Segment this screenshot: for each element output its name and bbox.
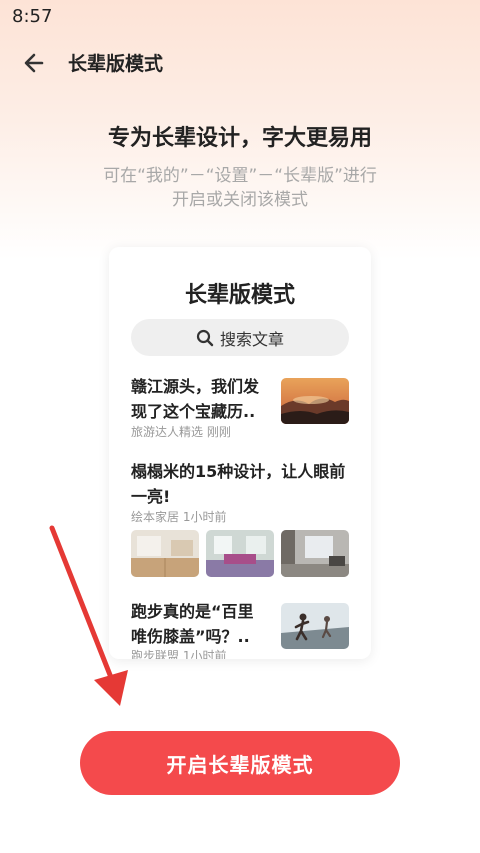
intro-subtitle-line1: 可在“我的”－“设置”－“长辈版”进行: [103, 166, 377, 186]
enable-elder-mode-button[interactable]: 开启长辈版模式: [80, 731, 400, 795]
preview-article-1-thumbnail: [281, 378, 349, 424]
preview-search-placeholder: 搜索文章: [219, 329, 284, 349]
preview-article-3-thumbnail: [281, 603, 349, 649]
living-room-image: [206, 530, 274, 577]
preview-article-2-thumbnail-3: [281, 530, 349, 577]
preview-article-1-meta: 旅游达人精选 刚刚: [131, 425, 231, 439]
preview-title: 长辈版模式: [184, 283, 295, 308]
intro-subtitle: 可在“我的”－“设置”－“长辈版”进行 开启或关闭该模式: [40, 164, 440, 212]
preview-article-3-title-line1: 跑步真的是“百里: [131, 602, 254, 621]
preview-article-3-meta: 跑步联盟 1小时前: [131, 649, 227, 659]
preview-article-3-title: 跑步真的是“百里 唯伤膝盖”吗？..: [131, 599, 281, 649]
back-arrow-icon[interactable]: [20, 48, 50, 78]
preview-article-2-thumbnail-2: [206, 530, 274, 577]
status-time: 8:57: [12, 6, 53, 27]
tatami-room-image: [131, 530, 199, 577]
preview-card: 长辈版模式 搜索文章 赣江源头，我们发 现了这个宝藏历.. 旅游达人精选 刚刚 …: [109, 247, 371, 659]
modern-room-image: [281, 530, 349, 577]
runners-image: [281, 603, 349, 649]
intro-subtitle-line2: 开启或关闭该模式: [172, 190, 308, 210]
page-title: 长辈版模式: [68, 53, 164, 75]
preview-article-2-thumbnail-1: [131, 530, 199, 577]
preview-article-2-meta: 绘本家居 1小时前: [131, 510, 227, 524]
preview-article-1-title-line2: 现了这个宝藏历..: [131, 402, 256, 421]
search-icon: [196, 329, 214, 346]
preview-article-3-title-line2: 唯伤膝盖”吗？..: [131, 627, 250, 646]
preview-search-bar: 搜索文章: [131, 319, 349, 356]
preview-article-2-title: 榻榻米的15种设计，让人眼前 一亮!: [131, 459, 356, 509]
top-bar: 长辈版模式: [0, 40, 480, 84]
preview-article-2-title-line2: 一亮!: [131, 487, 171, 506]
preview-article-2-title-line1: 榻榻米的15种设计，让人眼前: [131, 462, 346, 481]
preview-article-1-title: 赣江源头，我们发 现了这个宝藏历..: [131, 374, 281, 424]
preview-article-1-title-line1: 赣江源头，我们发: [131, 377, 260, 396]
intro-headline: 专为长辈设计，字大更易用: [107, 126, 372, 151]
mountain-sunset-image: [281, 378, 349, 424]
red-pointer-arrow-icon: [49, 525, 128, 706]
